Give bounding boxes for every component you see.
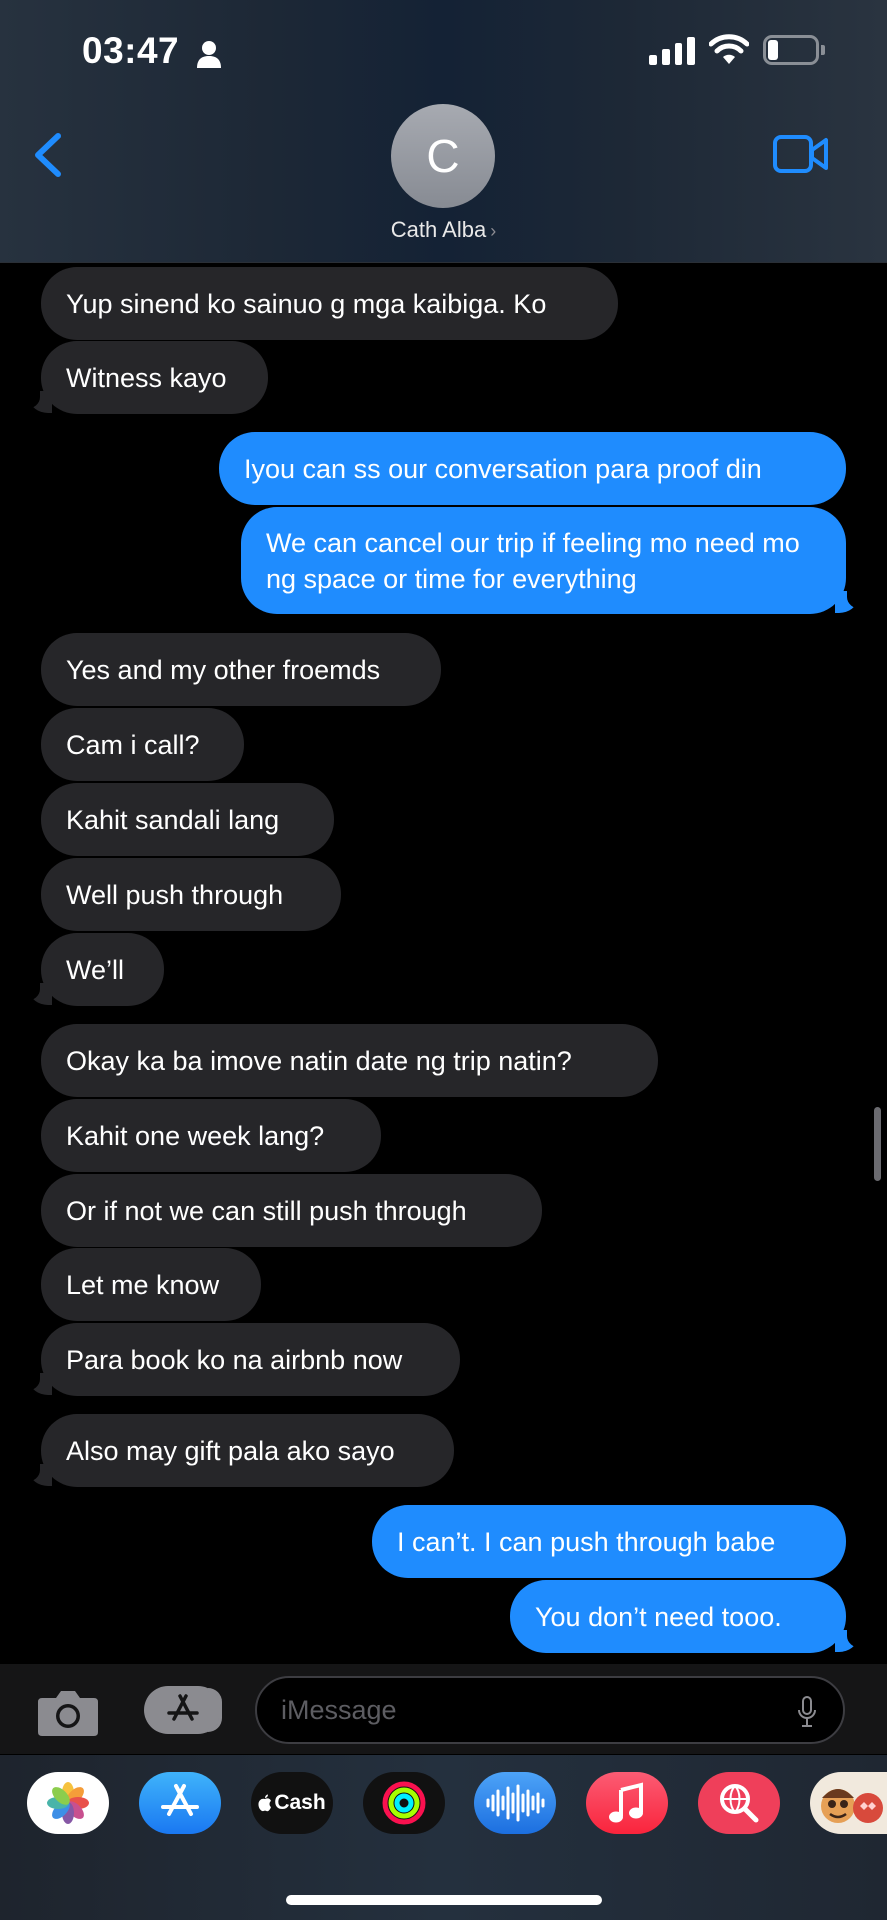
received-message[interactable]: Well push through [41, 858, 341, 931]
back-chevron-icon[interactable] [30, 130, 66, 180]
music-note-icon [609, 1782, 643, 1823]
status-time: 03:47 [82, 30, 180, 71]
person-icon [197, 41, 221, 68]
bubble-tail [16, 1458, 52, 1486]
sent-message[interactable]: I can’t. I can push through babe [372, 1505, 846, 1578]
battery-icon [763, 35, 825, 65]
received-message[interactable]: Also may gift pala ako sayo [41, 1414, 454, 1487]
contact-avatar[interactable]: C [391, 104, 495, 208]
received-message[interactable]: Para book ko na airbnb now [41, 1323, 460, 1396]
video-call-icon[interactable] [772, 134, 830, 174]
contact-name: Cath Alba [390, 217, 487, 242]
photos-app-icon[interactable] [27, 1772, 109, 1834]
message-composer [0, 1664, 887, 1754]
imessage-input[interactable] [281, 1678, 761, 1742]
chevron-right-icon: › [490, 221, 497, 241]
sent-message[interactable]: You don’t need tooo. [510, 1580, 846, 1653]
message-thread[interactable]: Yup sinend ko sainuo g mga kaibiga. Ko W… [0, 263, 887, 1663]
received-message[interactable]: Witness kayo [41, 341, 268, 414]
memoji-faces-icon [820, 1789, 883, 1823]
music-app-icon[interactable] [586, 1772, 668, 1834]
home-indicator[interactable] [286, 1895, 602, 1905]
photos-flower-icon [47, 1782, 89, 1824]
received-message[interactable]: Kahit one week lang? [41, 1099, 381, 1172]
received-message[interactable]: Or if not we can still push through [41, 1174, 542, 1247]
app-store-glyph-icon [167, 1694, 199, 1721]
app-store-a-icon [161, 1784, 199, 1816]
signal-icon [649, 35, 695, 65]
bubble-tail [835, 585, 871, 613]
contact-initial: C [426, 130, 460, 182]
status-indicators [649, 34, 825, 66]
cash-label: Cash [274, 1791, 326, 1814]
conversation-header: 03:47 C Cath Alba › [0, 0, 887, 263]
globe-search-icon [720, 1784, 759, 1823]
sent-message[interactable]: We can cancel our trip if feeling mo nee… [241, 507, 846, 614]
images-search-app-icon[interactable] [698, 1772, 780, 1834]
received-message[interactable]: Cam i call? [41, 708, 244, 781]
received-message[interactable]: We’ll [41, 933, 164, 1006]
bubble-tail [16, 385, 52, 413]
wifi-icon [709, 34, 749, 64]
audio-message-app-icon[interactable] [474, 1772, 556, 1834]
bubble-tail [16, 977, 52, 1005]
imessage-input-field[interactable] [255, 1676, 845, 1744]
memoji-app-icon[interactable] [810, 1772, 887, 1834]
apple-logo-icon [258, 1794, 272, 1812]
camera-icon[interactable] [36, 1686, 100, 1738]
bubble-tail [835, 1624, 871, 1652]
received-message[interactable]: Let me know [41, 1248, 261, 1321]
received-message[interactable]: Yes and my other froemds [41, 633, 441, 706]
microphone-icon[interactable] [797, 1696, 817, 1728]
contact-name-button[interactable]: Cath Alba › [0, 217, 887, 243]
waveform-icon [486, 1784, 545, 1822]
activity-app-icon[interactable] [363, 1772, 445, 1834]
apps-ring-decoration [208, 1688, 222, 1732]
received-message[interactable]: Yup sinend ko sainuo g mga kaibiga. Ko [41, 267, 618, 340]
app-store-app-icon[interactable] [139, 1772, 221, 1834]
received-message[interactable]: Kahit sandali lang [41, 783, 334, 856]
scrollbar[interactable] [874, 1107, 881, 1181]
sent-message[interactable]: Iyou can ss our conversation para proof … [219, 432, 846, 505]
received-message[interactable]: Okay ka ba imove natin date ng trip nati… [41, 1024, 658, 1097]
imessage-app-drawer: Cash [0, 1755, 887, 1920]
activity-rings-icon [382, 1781, 426, 1825]
bubble-tail [16, 1367, 52, 1395]
apple-cash-app-icon[interactable]: Cash [251, 1772, 333, 1834]
